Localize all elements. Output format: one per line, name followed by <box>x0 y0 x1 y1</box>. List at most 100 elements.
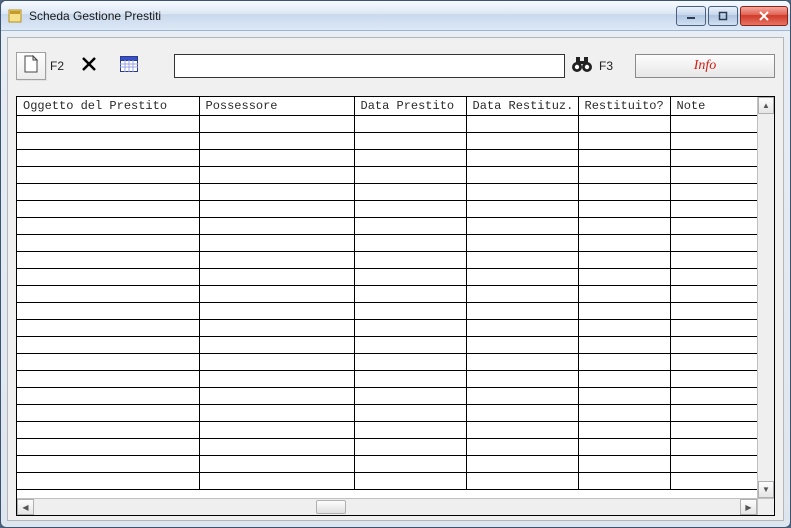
table-row[interactable] <box>17 439 757 456</box>
cell[interactable] <box>17 150 199 167</box>
cell[interactable] <box>354 184 466 201</box>
cell[interactable] <box>578 405 670 422</box>
cell[interactable] <box>199 473 354 490</box>
cell[interactable] <box>354 269 466 286</box>
scroll-right-button[interactable]: ▶ <box>740 499 757 515</box>
cell[interactable] <box>670 167 757 184</box>
cell[interactable] <box>670 473 757 490</box>
cell[interactable] <box>354 133 466 150</box>
cell[interactable] <box>199 388 354 405</box>
cell[interactable] <box>199 252 354 269</box>
cell[interactable] <box>17 133 199 150</box>
cell[interactable] <box>17 388 199 405</box>
cell[interactable] <box>578 167 670 184</box>
cell[interactable] <box>466 354 578 371</box>
cell[interactable] <box>670 405 757 422</box>
column-header[interactable]: Note <box>670 97 757 116</box>
cell[interactable] <box>17 473 199 490</box>
cell[interactable] <box>670 303 757 320</box>
cell[interactable] <box>578 252 670 269</box>
cell[interactable] <box>670 133 757 150</box>
cell[interactable] <box>466 252 578 269</box>
cell[interactable] <box>670 354 757 371</box>
vscroll-track[interactable] <box>758 114 774 481</box>
cell[interactable] <box>670 286 757 303</box>
cell[interactable] <box>354 473 466 490</box>
cell[interactable] <box>578 269 670 286</box>
cell[interactable] <box>670 235 757 252</box>
column-header[interactable]: Data Restituz. <box>466 97 578 116</box>
table-row[interactable] <box>17 371 757 388</box>
cell[interactable] <box>17 320 199 337</box>
cell[interactable] <box>578 473 670 490</box>
cell[interactable] <box>670 269 757 286</box>
cell[interactable] <box>578 320 670 337</box>
cell[interactable] <box>466 218 578 235</box>
column-header[interactable]: Oggetto del Prestito <box>17 97 199 116</box>
cell[interactable] <box>17 252 199 269</box>
cell[interactable] <box>354 201 466 218</box>
cell[interactable] <box>17 116 199 133</box>
cell[interactable] <box>17 167 199 184</box>
cell[interactable] <box>466 303 578 320</box>
cell[interactable] <box>199 201 354 218</box>
table-row[interactable] <box>17 133 757 150</box>
cell[interactable] <box>670 201 757 218</box>
cell[interactable] <box>199 133 354 150</box>
column-header[interactable]: Data Prestito <box>354 97 466 116</box>
cell[interactable] <box>354 252 466 269</box>
cell[interactable] <box>466 439 578 456</box>
cell[interactable] <box>466 235 578 252</box>
binoculars-icon[interactable] <box>571 55 593 78</box>
table-row[interactable] <box>17 218 757 235</box>
cell[interactable] <box>466 371 578 388</box>
table-row[interactable] <box>17 456 757 473</box>
cell[interactable] <box>578 116 670 133</box>
cell[interactable] <box>354 439 466 456</box>
cell[interactable] <box>578 439 670 456</box>
cell[interactable] <box>199 439 354 456</box>
cell[interactable] <box>199 405 354 422</box>
cell[interactable] <box>466 201 578 218</box>
horizontal-scrollbar[interactable]: ◀ ▶ <box>17 498 757 515</box>
table-row[interactable] <box>17 167 757 184</box>
new-button[interactable] <box>16 52 46 80</box>
table-row[interactable] <box>17 269 757 286</box>
grid-header-row[interactable]: Oggetto del PrestitoPossessoreData Prest… <box>17 97 757 116</box>
cell[interactable] <box>17 235 199 252</box>
cell[interactable] <box>578 150 670 167</box>
cell[interactable] <box>466 269 578 286</box>
cell[interactable] <box>17 354 199 371</box>
titlebar[interactable]: Scheda Gestione Prestiti <box>1 1 790 31</box>
column-header[interactable]: Possessore <box>199 97 354 116</box>
cell[interactable] <box>466 116 578 133</box>
table-row[interactable] <box>17 252 757 269</box>
cell[interactable] <box>17 371 199 388</box>
cell[interactable] <box>354 235 466 252</box>
cell[interactable] <box>466 337 578 354</box>
table-row[interactable] <box>17 354 757 371</box>
cell[interactable] <box>199 456 354 473</box>
calendar-button[interactable] <box>114 52 144 80</box>
cell[interactable] <box>354 405 466 422</box>
cell[interactable] <box>17 184 199 201</box>
scroll-up-button[interactable]: ▲ <box>758 97 774 114</box>
cell[interactable] <box>17 405 199 422</box>
cell[interactable] <box>466 388 578 405</box>
search-input[interactable] <box>174 54 565 78</box>
cell[interactable] <box>354 388 466 405</box>
cell[interactable] <box>199 235 354 252</box>
minimize-button[interactable] <box>676 6 706 26</box>
close-button[interactable] <box>740 6 788 26</box>
cell[interactable] <box>466 150 578 167</box>
cell[interactable] <box>670 252 757 269</box>
cell[interactable] <box>670 388 757 405</box>
table-row[interactable] <box>17 337 757 354</box>
cell[interactable] <box>670 439 757 456</box>
cell[interactable] <box>199 286 354 303</box>
cell[interactable] <box>354 371 466 388</box>
table-row[interactable] <box>17 405 757 422</box>
cell[interactable] <box>354 320 466 337</box>
table-row[interactable] <box>17 473 757 490</box>
cell[interactable] <box>578 201 670 218</box>
